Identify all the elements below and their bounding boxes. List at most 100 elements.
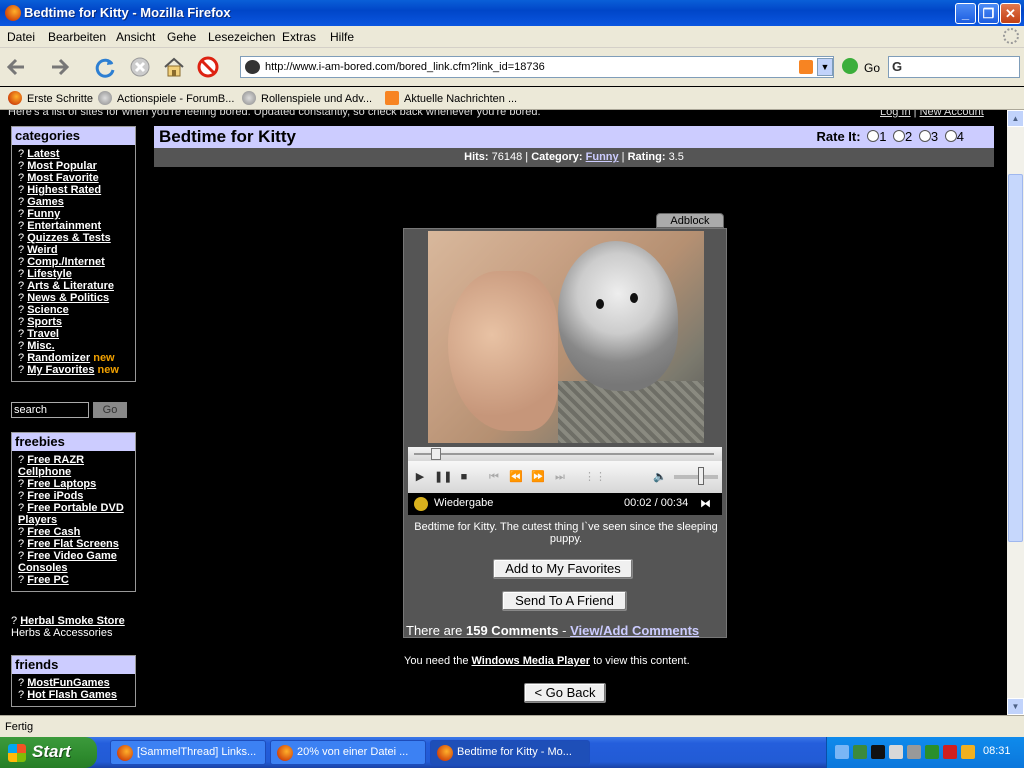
menu-gehe[interactable]: Gehe <box>167 30 196 44</box>
freebie-link[interactable]: Free Video Game Consoles <box>18 550 117 574</box>
stop-icon[interactable]: ■ <box>456 469 472 485</box>
category-link[interactable]: Travel <box>27 328 59 340</box>
category-link[interactable]: Misc. <box>27 340 55 352</box>
rate-option-3[interactable]: 3 <box>918 129 938 144</box>
adblock-tab[interactable]: Adblock <box>656 213 724 228</box>
tray-icon[interactable] <box>853 745 867 759</box>
tray-icon[interactable] <box>925 745 939 759</box>
rss-icon[interactable] <box>799 60 813 74</box>
bookmark-nachrichten[interactable]: Aktuelle Nachrichten ... <box>385 91 517 105</box>
video-frame[interactable] <box>428 231 704 443</box>
freebie-link[interactable]: Free Laptops <box>27 478 96 490</box>
scroll-down-icon[interactable]: ▼ <box>1007 698 1024 715</box>
radio-icon[interactable] <box>893 130 906 142</box>
send-friend-button[interactable]: Send To A Friend <box>502 591 627 611</box>
freebie-link[interactable]: Free Cash <box>27 526 80 538</box>
next-icon[interactable]: ⏭ <box>552 469 568 485</box>
menu-extras[interactable]: Extras <box>282 30 316 44</box>
go-icon[interactable] <box>842 58 858 74</box>
category-link[interactable]: Sports <box>27 316 62 328</box>
url-input[interactable]: http://www.i-am-bored.com/bored_link.cfm… <box>265 61 545 73</box>
minimize-button[interactable]: _ <box>955 3 976 24</box>
wmp-link[interactable]: Windows Media Player <box>472 655 591 667</box>
maximize-button[interactable]: ❐ <box>978 3 999 24</box>
friend-link[interactable]: MostFunGames <box>27 677 110 689</box>
fullscreen-icon[interactable]: ⧓ <box>700 497 711 510</box>
rate-option-1[interactable]: 1 <box>867 129 886 144</box>
go-button[interactable]: Go <box>864 61 880 75</box>
rate-option-4[interactable]: 4 <box>944 129 964 144</box>
menu-datei[interactable]: Datei <box>7 30 35 44</box>
previous-icon[interactable]: ⏮ <box>486 469 502 485</box>
category-link[interactable]: My Favorites <box>27 364 94 376</box>
bookmark-actionspiele[interactable]: Actionspiele - ForumB... <box>98 91 234 105</box>
url-bar[interactable]: http://www.i-am-bored.com/bored_link.cfm… <box>240 56 834 78</box>
rewind-icon[interactable]: ⏪ <box>508 469 524 485</box>
site-search-go-button[interactable]: Go <box>93 402 127 418</box>
freebie-link[interactable]: Free RAZR Cellphone <box>18 454 84 478</box>
scroll-thumb[interactable] <box>1008 174 1023 542</box>
category-link[interactable]: Funny <box>586 151 619 163</box>
tray-icon[interactable] <box>835 745 849 759</box>
start-button[interactable]: Start <box>0 737 97 768</box>
back-icon[interactable] <box>4 56 28 78</box>
volume-slider[interactable] <box>674 475 718 479</box>
play-icon[interactable]: ▶ <box>412 469 428 485</box>
home-icon[interactable] <box>162 56 186 78</box>
seek-bar[interactable] <box>408 447 722 461</box>
freebie-link[interactable]: Free Portable DVD Players <box>18 502 124 526</box>
site-search-input[interactable]: search <box>11 402 89 418</box>
category-link[interactable]: Games <box>27 196 64 208</box>
volume-icon[interactable]: 🔈 <box>652 469 668 485</box>
network-icon[interactable] <box>961 745 975 759</box>
tray-icon[interactable] <box>907 745 921 759</box>
login-link[interactable]: Log In <box>880 110 911 118</box>
freebie-link[interactable]: Free Flat Screens <box>27 538 119 550</box>
seek-handle[interactable] <box>431 448 442 460</box>
radio-icon[interactable] <box>867 130 880 142</box>
category-link[interactable]: Entertainment <box>27 220 101 232</box>
new-account-link[interactable]: New Account <box>920 110 984 118</box>
antivir-icon[interactable] <box>943 745 957 759</box>
menu-hilfe[interactable]: Hilfe <box>330 30 354 44</box>
category-link[interactable]: Lifestyle <box>27 268 72 280</box>
view-comments-link[interactable]: View/Add Comments <box>570 623 699 638</box>
search-input[interactable]: G <box>888 56 1020 78</box>
menu-lesezeichen[interactable]: Lesezeichen <box>208 30 275 44</box>
playlist-icon[interactable]: ⋮⋮ <box>584 469 606 485</box>
taskbar-item[interactable]: [SammelThread] Links... <box>110 740 266 765</box>
forward-icon[interactable] <box>48 56 72 78</box>
category-link[interactable]: Weird <box>27 244 57 256</box>
category-link[interactable]: Most Popular <box>27 160 97 172</box>
volume-handle[interactable] <box>698 467 704 485</box>
freebie-link[interactable]: Free iPods <box>27 490 83 502</box>
herbal-link[interactable]: Herbal Smoke Store <box>20 615 125 627</box>
go-back-button[interactable]: < Go Back <box>524 683 606 703</box>
menu-bearbeiten[interactable]: Bearbeiten <box>48 30 106 44</box>
radio-icon[interactable] <box>944 130 957 142</box>
category-link[interactable]: Funny <box>27 208 60 220</box>
fast-forward-icon[interactable]: ⏩ <box>530 469 546 485</box>
add-favorites-button[interactable]: Add to My Favorites <box>493 559 633 579</box>
bookmark-erste-schritte[interactable]: Erste Schritte <box>8 91 93 105</box>
menu-ansicht[interactable]: Ansicht <box>116 30 155 44</box>
popup-blocker-icon[interactable] <box>196 56 220 78</box>
page-scrollbar[interactable]: ▲ ▼ <box>1007 110 1024 715</box>
category-link[interactable]: Arts & Literature <box>27 280 114 292</box>
tray-icon[interactable] <box>889 745 903 759</box>
steam-icon[interactable] <box>871 745 885 759</box>
category-link[interactable]: Quizzes & Tests <box>27 232 111 244</box>
category-link[interactable]: Science <box>27 304 69 316</box>
category-link[interactable]: Most Favorite <box>27 172 99 184</box>
stop-icon[interactable] <box>128 56 152 78</box>
pause-icon[interactable]: ❚❚ <box>434 469 452 485</box>
radio-icon[interactable] <box>918 130 931 142</box>
category-link[interactable]: News & Politics <box>27 292 109 304</box>
url-dropdown-icon[interactable]: ▼ <box>817 58 833 76</box>
close-button[interactable]: ✕ <box>1000 3 1021 24</box>
category-link[interactable]: Highest Rated <box>27 184 101 196</box>
taskbar-item-active[interactable]: Bedtime for Kitty - Mo... <box>430 740 590 765</box>
reload-icon[interactable] <box>94 56 118 78</box>
taskbar-item[interactable]: 20% von einer Datei ... <box>270 740 426 765</box>
freebie-link[interactable]: Free PC <box>27 574 69 586</box>
